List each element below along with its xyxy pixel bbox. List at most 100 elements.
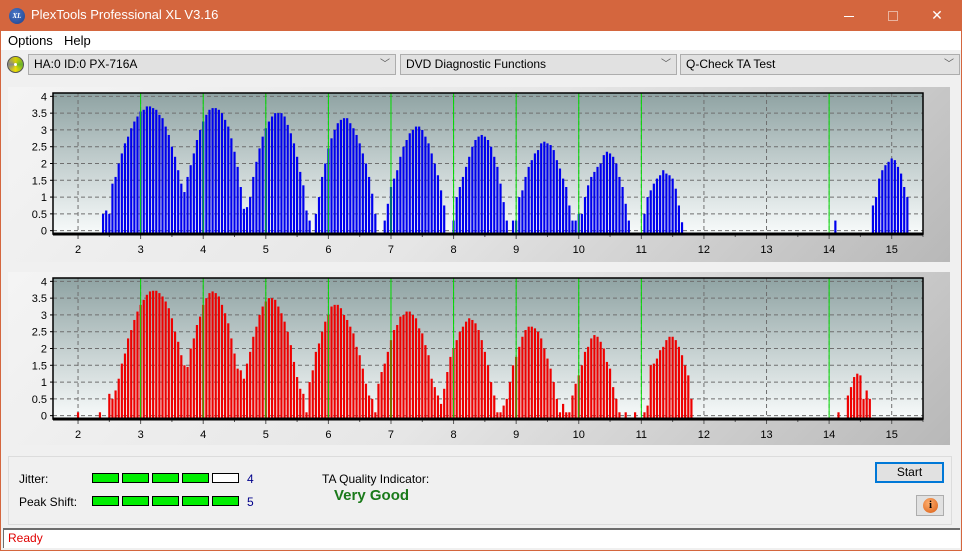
bar xyxy=(361,153,364,234)
x-tick-label: 13 xyxy=(760,429,772,441)
bar xyxy=(418,126,421,234)
bar xyxy=(621,187,624,234)
x-tick-label: 4 xyxy=(200,429,206,441)
bar xyxy=(198,129,202,234)
bar xyxy=(220,304,224,419)
bar xyxy=(596,336,599,419)
x-tick-label: 11 xyxy=(636,429,647,441)
bar xyxy=(427,355,430,419)
bar xyxy=(536,150,540,234)
y-tick-label: 2.5 xyxy=(32,327,47,339)
bar xyxy=(502,202,505,234)
y-tick-label: 0 xyxy=(41,411,47,423)
bar xyxy=(120,363,123,419)
bar xyxy=(562,178,565,234)
bar xyxy=(834,220,837,234)
info-button[interactable]: i xyxy=(916,495,944,516)
minimize-button[interactable] xyxy=(826,0,872,31)
bar xyxy=(546,358,549,419)
y-tick-label: 4 xyxy=(41,91,47,103)
bar xyxy=(871,205,875,234)
bar xyxy=(421,129,424,234)
bar xyxy=(236,166,239,234)
bar xyxy=(227,126,230,234)
bar xyxy=(286,124,289,234)
bar xyxy=(439,403,443,419)
bar xyxy=(333,129,336,234)
function-select[interactable]: DVD Diagnostic Functions ﹀ xyxy=(400,54,677,75)
bar xyxy=(480,134,483,234)
bar xyxy=(308,382,311,419)
bar xyxy=(555,398,558,419)
bar xyxy=(527,326,530,419)
close-button[interactable]: ✕ xyxy=(914,0,960,31)
bar xyxy=(618,176,621,234)
bar xyxy=(533,153,537,234)
bar xyxy=(136,311,139,419)
bar xyxy=(177,341,180,419)
bar xyxy=(108,213,111,234)
bar xyxy=(596,166,599,234)
bar xyxy=(155,109,158,234)
bar xyxy=(177,170,180,234)
bar xyxy=(414,318,418,419)
bar xyxy=(649,365,652,419)
bar xyxy=(249,197,252,234)
bar xyxy=(486,140,490,234)
bar xyxy=(127,136,130,234)
bar xyxy=(511,220,515,234)
start-button[interactable]: Start xyxy=(875,462,944,483)
bar xyxy=(321,176,324,234)
x-tick-label: 10 xyxy=(573,244,585,256)
maximize-button[interactable] xyxy=(870,0,916,31)
bar xyxy=(255,326,258,419)
bar xyxy=(173,331,177,419)
bar xyxy=(111,398,114,419)
bar xyxy=(314,213,317,234)
bar xyxy=(887,161,890,234)
bar xyxy=(249,351,252,419)
bar xyxy=(142,299,145,419)
bar xyxy=(505,398,508,419)
bar xyxy=(270,116,274,234)
bar xyxy=(464,166,468,234)
bar xyxy=(189,165,192,234)
x-tick-label: 14 xyxy=(823,429,835,441)
app-window: XL PlexTools Professional XL V3.16 ✕ Opt… xyxy=(0,0,962,551)
y-tick-label: 2 xyxy=(41,159,47,171)
bar xyxy=(615,398,618,419)
bar xyxy=(533,328,537,419)
bar xyxy=(173,156,177,234)
bar xyxy=(148,291,152,419)
client-area: Options Help HA:0 ID:0 PX-716A ﹀ DVD Dia… xyxy=(1,31,961,550)
bar xyxy=(402,314,405,419)
drive-select[interactable]: HA:0 ID:0 PX-716A ﹀ xyxy=(28,54,396,75)
bar xyxy=(574,383,577,419)
ta-quality-value: Very Good xyxy=(334,487,410,504)
x-tick-label: 4 xyxy=(200,244,206,256)
x-tick-label: 3 xyxy=(138,429,144,441)
bar xyxy=(342,314,346,419)
test-select[interactable]: Q-Check TA Test ﹀ xyxy=(680,54,960,75)
bar xyxy=(195,140,199,234)
bar xyxy=(430,153,433,234)
bar xyxy=(152,108,155,234)
bar xyxy=(474,323,477,419)
bar xyxy=(424,136,427,234)
bar xyxy=(856,373,859,419)
menu-help[interactable]: Help xyxy=(64,33,91,48)
bar xyxy=(367,176,371,234)
menu-options[interactable]: Options xyxy=(8,33,53,48)
bar xyxy=(161,296,164,419)
x-tick-label: 12 xyxy=(698,244,710,256)
bar xyxy=(874,197,878,234)
bar xyxy=(421,333,424,419)
bar xyxy=(296,377,299,419)
bar xyxy=(274,113,277,234)
bar xyxy=(411,314,414,419)
bar xyxy=(643,213,646,234)
bar xyxy=(508,382,512,419)
bar xyxy=(374,213,377,234)
bar xyxy=(646,197,649,234)
jitter-label: Jitter: xyxy=(19,472,49,486)
